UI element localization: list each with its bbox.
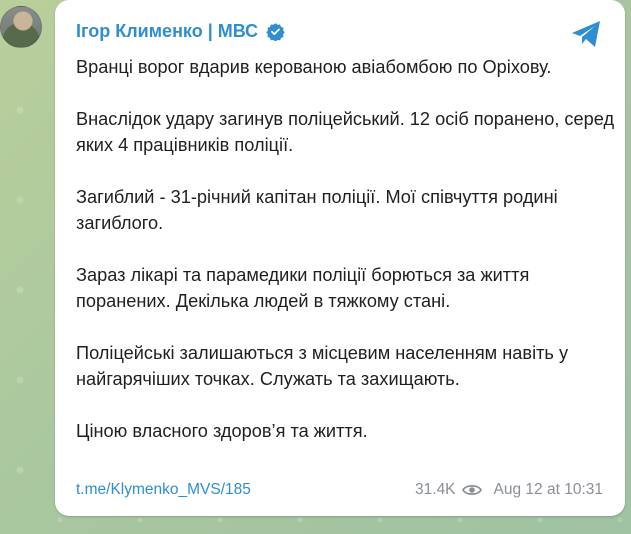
message-paragraph: Загиблий - 31-річний капітан поліції. Мо… xyxy=(76,187,558,233)
message-meta: 31.4K Aug 12 at 10:31 xyxy=(415,481,603,499)
telegram-send-icon[interactable] xyxy=(569,17,603,51)
post-link[interactable]: t.me/Klymenko_MVS/185 xyxy=(76,481,251,499)
view-count: 31.4K xyxy=(415,481,456,498)
author-avatar[interactable] xyxy=(0,6,42,48)
message-timestamp: Aug 12 at 10:31 xyxy=(493,481,603,498)
message-footer: t.me/Klymenko_MVS/185 31.4K Aug 12 at 10… xyxy=(76,481,603,499)
message-paragraph: Зараз лікарі та парамедики поліції борют… xyxy=(76,265,530,311)
message-text: Вранці ворог вдарив керованою авіабомбою… xyxy=(76,54,616,444)
message-paragraph: Ціною власного здоров’я та життя. xyxy=(76,421,368,441)
message-header: Ігор Клименко | МВС xyxy=(76,21,285,42)
message-paragraph: Внаслідок удару загинув поліцейський. 12… xyxy=(76,109,615,155)
author-name[interactable]: Ігор Клименко | МВС xyxy=(76,21,258,42)
eye-icon xyxy=(461,483,482,497)
verified-badge-icon xyxy=(266,22,285,42)
message-paragraph: Поліцейські залишаються з місцевим насел… xyxy=(76,343,569,389)
message-paragraph: Вранці ворог вдарив керованою авіабомбою… xyxy=(76,57,552,77)
message-bubble: Ігор Клименко | МВС Вранці ворог вдарив … xyxy=(55,0,625,516)
